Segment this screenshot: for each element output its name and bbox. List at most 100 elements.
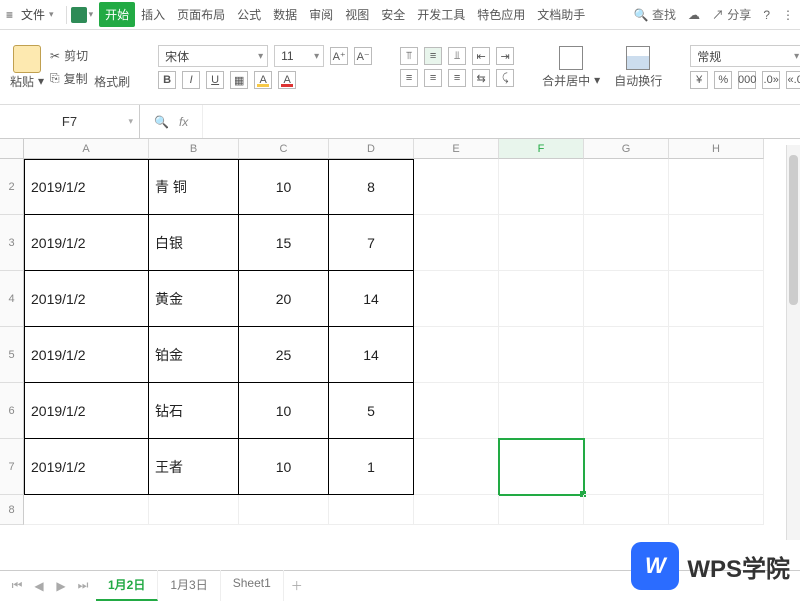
sheet-nav-first[interactable]: ⏮ — [8, 578, 26, 593]
cell-E8[interactable] — [414, 495, 499, 525]
align-right-button[interactable]: ≡ — [448, 69, 466, 87]
merge-icon[interactable] — [559, 46, 583, 70]
row-header-4[interactable]: 4 — [0, 271, 24, 327]
cell-A5[interactable]: 2019/1/2 — [24, 327, 149, 383]
file-menu[interactable]: 文件 ▾ — [13, 4, 62, 25]
cell-H3[interactable] — [669, 215, 764, 271]
copy-button[interactable]: ⎘ 复制 — [50, 70, 88, 87]
cell-D6[interactable]: 5 — [329, 383, 414, 439]
row-header-5[interactable]: 5 — [0, 327, 24, 383]
align-left-button[interactable]: ≡ — [400, 69, 418, 87]
cell-C8[interactable] — [239, 495, 329, 525]
cell-E4[interactable] — [414, 271, 499, 327]
vertical-scrollbar[interactable] — [786, 145, 800, 540]
cell-G4[interactable] — [584, 271, 669, 327]
cell-B2[interactable]: 青 铜 — [149, 159, 239, 215]
col-header-F[interactable]: F — [499, 139, 584, 159]
sheet-nav-next[interactable]: ▶ — [52, 579, 70, 593]
menu-icon[interactable]: ≡ — [6, 8, 13, 22]
wrap-icon[interactable] — [626, 46, 650, 70]
add-sheet-button[interactable]: ＋ — [288, 577, 306, 594]
paste-icon[interactable] — [13, 45, 41, 73]
paste-button[interactable]: 粘贴 ▾ — [10, 73, 44, 90]
comma-button[interactable]: 000 — [738, 71, 756, 89]
col-header-D[interactable]: D — [329, 139, 414, 159]
zoom-icon[interactable]: 🔍 — [154, 115, 169, 129]
cell-F7[interactable] — [499, 439, 584, 495]
cell-C7[interactable]: 10 — [239, 439, 329, 495]
cell-B5[interactable]: 铂金 — [149, 327, 239, 383]
row-header-6[interactable]: 6 — [0, 383, 24, 439]
ribbon-tab-6[interactable]: 视图 — [339, 2, 375, 27]
cell-D5[interactable]: 14 — [329, 327, 414, 383]
cell-B4[interactable]: 黄金 — [149, 271, 239, 327]
sheet-nav-last[interactable]: ⏭ — [74, 578, 92, 593]
dec-decimal-button[interactable]: «.0 — [786, 71, 800, 89]
cell-F3[interactable] — [499, 215, 584, 271]
cell-A7[interactable]: 2019/1/2 — [24, 439, 149, 495]
italic-button[interactable]: I — [182, 71, 200, 89]
formula-input[interactable] — [202, 105, 800, 138]
cell-G6[interactable] — [584, 383, 669, 439]
wrap-button[interactable]: 自动换行 — [614, 72, 662, 89]
cell-E6[interactable] — [414, 383, 499, 439]
underline-button[interactable]: U — [206, 71, 224, 89]
cell-A2[interactable]: 2019/1/2 — [24, 159, 149, 215]
cell-B6[interactable]: 钻石 — [149, 383, 239, 439]
ribbon-tab-4[interactable]: 数据 — [267, 2, 303, 27]
cell-E7[interactable] — [414, 439, 499, 495]
cell-H5[interactable] — [669, 327, 764, 383]
cut-button[interactable]: ✂ 剪切 — [50, 47, 88, 64]
cell-F4[interactable] — [499, 271, 584, 327]
text-dir-button[interactable]: ⤹ — [496, 69, 514, 87]
cell-H4[interactable] — [669, 271, 764, 327]
increase-font-button[interactable]: A⁺ — [330, 47, 348, 65]
cell-F2[interactable] — [499, 159, 584, 215]
ribbon-tab-9[interactable]: 特色应用 — [471, 2, 531, 27]
number-format-select[interactable]: 常规 — [690, 45, 800, 67]
cell-C2[interactable]: 10 — [239, 159, 329, 215]
cell-H6[interactable] — [669, 383, 764, 439]
row-header-7[interactable]: 7 — [0, 439, 24, 495]
cell-H8[interactable] — [669, 495, 764, 525]
bold-button[interactable]: B — [158, 71, 176, 89]
col-header-G[interactable]: G — [584, 139, 669, 159]
align-center-button[interactable]: ≡ — [424, 69, 442, 87]
cell-G7[interactable] — [584, 439, 669, 495]
font-color-button[interactable]: A — [278, 71, 296, 89]
ribbon-tab-2[interactable]: 页面布局 — [171, 2, 231, 27]
cell-C4[interactable]: 20 — [239, 271, 329, 327]
col-header-E[interactable]: E — [414, 139, 499, 159]
align-middle-button[interactable]: ≡ — [424, 47, 442, 65]
font-size-select[interactable]: 11 — [274, 45, 324, 67]
cell-D8[interactable] — [329, 495, 414, 525]
cell-G2[interactable] — [584, 159, 669, 215]
cells-area[interactable]: 2019/1/2青 铜1082019/1/2白银1572019/1/2黄金201… — [24, 159, 764, 525]
cell-E5[interactable] — [414, 327, 499, 383]
cell-D2[interactable]: 8 — [329, 159, 414, 215]
row-header-3[interactable]: 3 — [0, 215, 24, 271]
cloud-icon[interactable]: ☁ — [688, 8, 700, 22]
align-bottom-button[interactable]: ⫫ — [448, 47, 466, 65]
cell-C5[interactable]: 25 — [239, 327, 329, 383]
currency-button[interactable]: ¥ — [690, 71, 708, 89]
cell-F6[interactable] — [499, 383, 584, 439]
cell-A6[interactable]: 2019/1/2 — [24, 383, 149, 439]
merge-indent-button[interactable]: ⇆ — [472, 69, 490, 87]
cell-A8[interactable] — [24, 495, 149, 525]
col-header-C[interactable]: C — [239, 139, 329, 159]
cell-G5[interactable] — [584, 327, 669, 383]
merge-center-button[interactable]: 合并居中 ▾ — [542, 72, 600, 89]
indent-dec-button[interactable]: ⇤ — [472, 47, 490, 65]
ribbon-tab-7[interactable]: 安全 — [375, 2, 411, 27]
more-icon[interactable]: ⋮ — [782, 8, 794, 22]
decrease-font-button[interactable]: A⁻ — [354, 47, 372, 65]
col-header-A[interactable]: A — [24, 139, 149, 159]
cell-E2[interactable] — [414, 159, 499, 215]
cell-E3[interactable] — [414, 215, 499, 271]
cell-C3[interactable]: 15 — [239, 215, 329, 271]
fill-color-button[interactable]: A — [254, 71, 272, 89]
col-header-B[interactable]: B — [149, 139, 239, 159]
fx-label[interactable]: fx — [179, 115, 188, 129]
cell-D4[interactable]: 14 — [329, 271, 414, 327]
